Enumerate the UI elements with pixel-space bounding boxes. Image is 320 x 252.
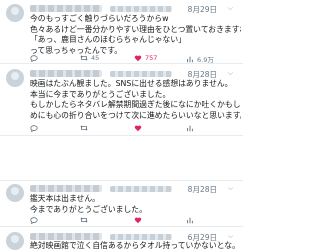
reply-button[interactable] bbox=[30, 54, 41, 62]
tweet-text: 鑑天本は出ません。 今までありがとうございました。 bbox=[30, 194, 241, 215]
reply-icon bbox=[30, 125, 38, 132]
chevron-down-icon[interactable]: ⌵ bbox=[228, 184, 233, 193]
blurred-display-name bbox=[30, 185, 102, 192]
like-button[interactable] bbox=[134, 124, 145, 132]
tweet-line: 今までありがとうございました。 bbox=[30, 204, 147, 214]
retweet-button[interactable]: 45 bbox=[80, 54, 99, 62]
tweet-header: 8月28日 ⌵ bbox=[30, 184, 235, 194]
retweet-button[interactable] bbox=[80, 216, 91, 224]
retweet-count: 45 bbox=[91, 54, 100, 62]
reply-icon bbox=[30, 217, 38, 224]
blurred-handle bbox=[110, 6, 172, 12]
tweet-line: 「あっ、鹿目さんのほむらちゃんじゃない」 bbox=[30, 35, 186, 45]
reply-button[interactable] bbox=[30, 216, 41, 224]
blurred-handle bbox=[110, 186, 172, 192]
chevron-down-icon[interactable]: ⌵ bbox=[228, 4, 233, 13]
like-button[interactable] bbox=[134, 216, 145, 224]
tweet-4[interactable]: 6月29日 ⌵ 絶対映画館で泣く自信あるからタオル持っていかないとな。 bbox=[0, 228, 243, 250]
blurred-handle bbox=[110, 234, 172, 240]
like-count: 757 bbox=[145, 54, 158, 62]
tweet-text: 絶対映画館で泣く自信あるからタオル持っていかないとな。 bbox=[30, 241, 241, 252]
tweet-text: 今のもっすごく触りづらいだろうからw 色々あるけど一番分かりやすい理由をひとつ置… bbox=[30, 14, 241, 56]
heart-icon bbox=[134, 55, 142, 62]
tweet-actions bbox=[30, 216, 240, 226]
retweet-icon bbox=[80, 217, 88, 223]
tweet-line: 鑑天本は出ません。 bbox=[30, 194, 100, 203]
like-button[interactable]: 757 bbox=[134, 54, 157, 62]
blurred-handle bbox=[110, 71, 172, 77]
analytics-button[interactable] bbox=[186, 124, 197, 132]
tweet-line: 今のもっすごく触りづらいだろうからw bbox=[30, 14, 169, 23]
tweet-line: 絶対映画館で泣く自信あるからタオル持っていかないとな。 bbox=[30, 241, 240, 250]
analytics-count: 6.9万 bbox=[197, 56, 214, 64]
tweet-header: 8月28日 ⌵ bbox=[30, 69, 235, 79]
tweet-line: もしかしたらネタバレ解禁期間過ぎた後になにか吐くかもしれませんけど bbox=[30, 100, 241, 110]
tweet-line: めにも心の折り合いをつけて次に進めたらいいなと思います。 bbox=[30, 110, 241, 120]
tweet-3-card[interactable]: 8月28日 ⌵ 鑑天本は出ません。 今までありがとうございました。 bbox=[0, 180, 243, 227]
tweet-2[interactable]: 8月28日 ⌵ 映画はたぶん観ました。SNSに出せる感想はありません。 本当に今… bbox=[0, 65, 243, 136]
tweet-line: 映画はたぶん観ました。SNSに出せる感想はありません。 bbox=[30, 79, 233, 88]
tweet-header: 8月29日 ⌵ bbox=[30, 4, 235, 14]
retweet-button[interactable] bbox=[80, 124, 91, 132]
tweet-text: 映画はたぶん観ました。SNSに出せる感想はありません。 本当に今までありがとうご… bbox=[30, 79, 241, 121]
avatar[interactable] bbox=[6, 4, 24, 22]
reply-icon bbox=[30, 55, 38, 62]
heart-icon bbox=[134, 125, 142, 132]
tweet-line: 本当に今までありがとうございました。 bbox=[30, 89, 171, 99]
heart-icon bbox=[134, 217, 142, 224]
retweet-icon bbox=[80, 55, 88, 61]
tweet-actions bbox=[30, 124, 240, 134]
bar-chart-icon bbox=[187, 125, 193, 132]
avatar[interactable] bbox=[6, 232, 24, 250]
blurred-display-name bbox=[30, 233, 102, 240]
retweet-icon bbox=[80, 125, 88, 131]
analytics-button[interactable]: 6.9万 bbox=[186, 54, 214, 64]
blurred-display-name bbox=[30, 70, 102, 77]
tweet-1[interactable]: 8月29日 ⌵ 今のもっすごく触りづらいだろうからw 色々あるけど一番分かりやす… bbox=[0, 0, 243, 64]
tweet-actions: 45 757 6.9万 bbox=[30, 54, 240, 64]
blurred-display-name bbox=[30, 5, 102, 12]
tweet-line: 色々あるけど一番分かりやすい理由をひとつ置いておきますね。 bbox=[30, 24, 241, 34]
bar-chart-icon bbox=[187, 56, 193, 63]
avatar[interactable] bbox=[6, 69, 24, 87]
timeline-feed: 8月29日 ⌵ 今のもっすごく触りづらいだろうからw 色々あるけど一番分かりやす… bbox=[0, 0, 243, 250]
bar-chart-icon bbox=[187, 217, 193, 224]
avatar[interactable] bbox=[6, 184, 24, 202]
chevron-down-icon[interactable]: ⌵ bbox=[228, 232, 233, 241]
reply-button[interactable] bbox=[30, 124, 41, 132]
analytics-button[interactable] bbox=[186, 216, 197, 224]
chevron-down-icon[interactable]: ⌵ bbox=[228, 69, 233, 78]
